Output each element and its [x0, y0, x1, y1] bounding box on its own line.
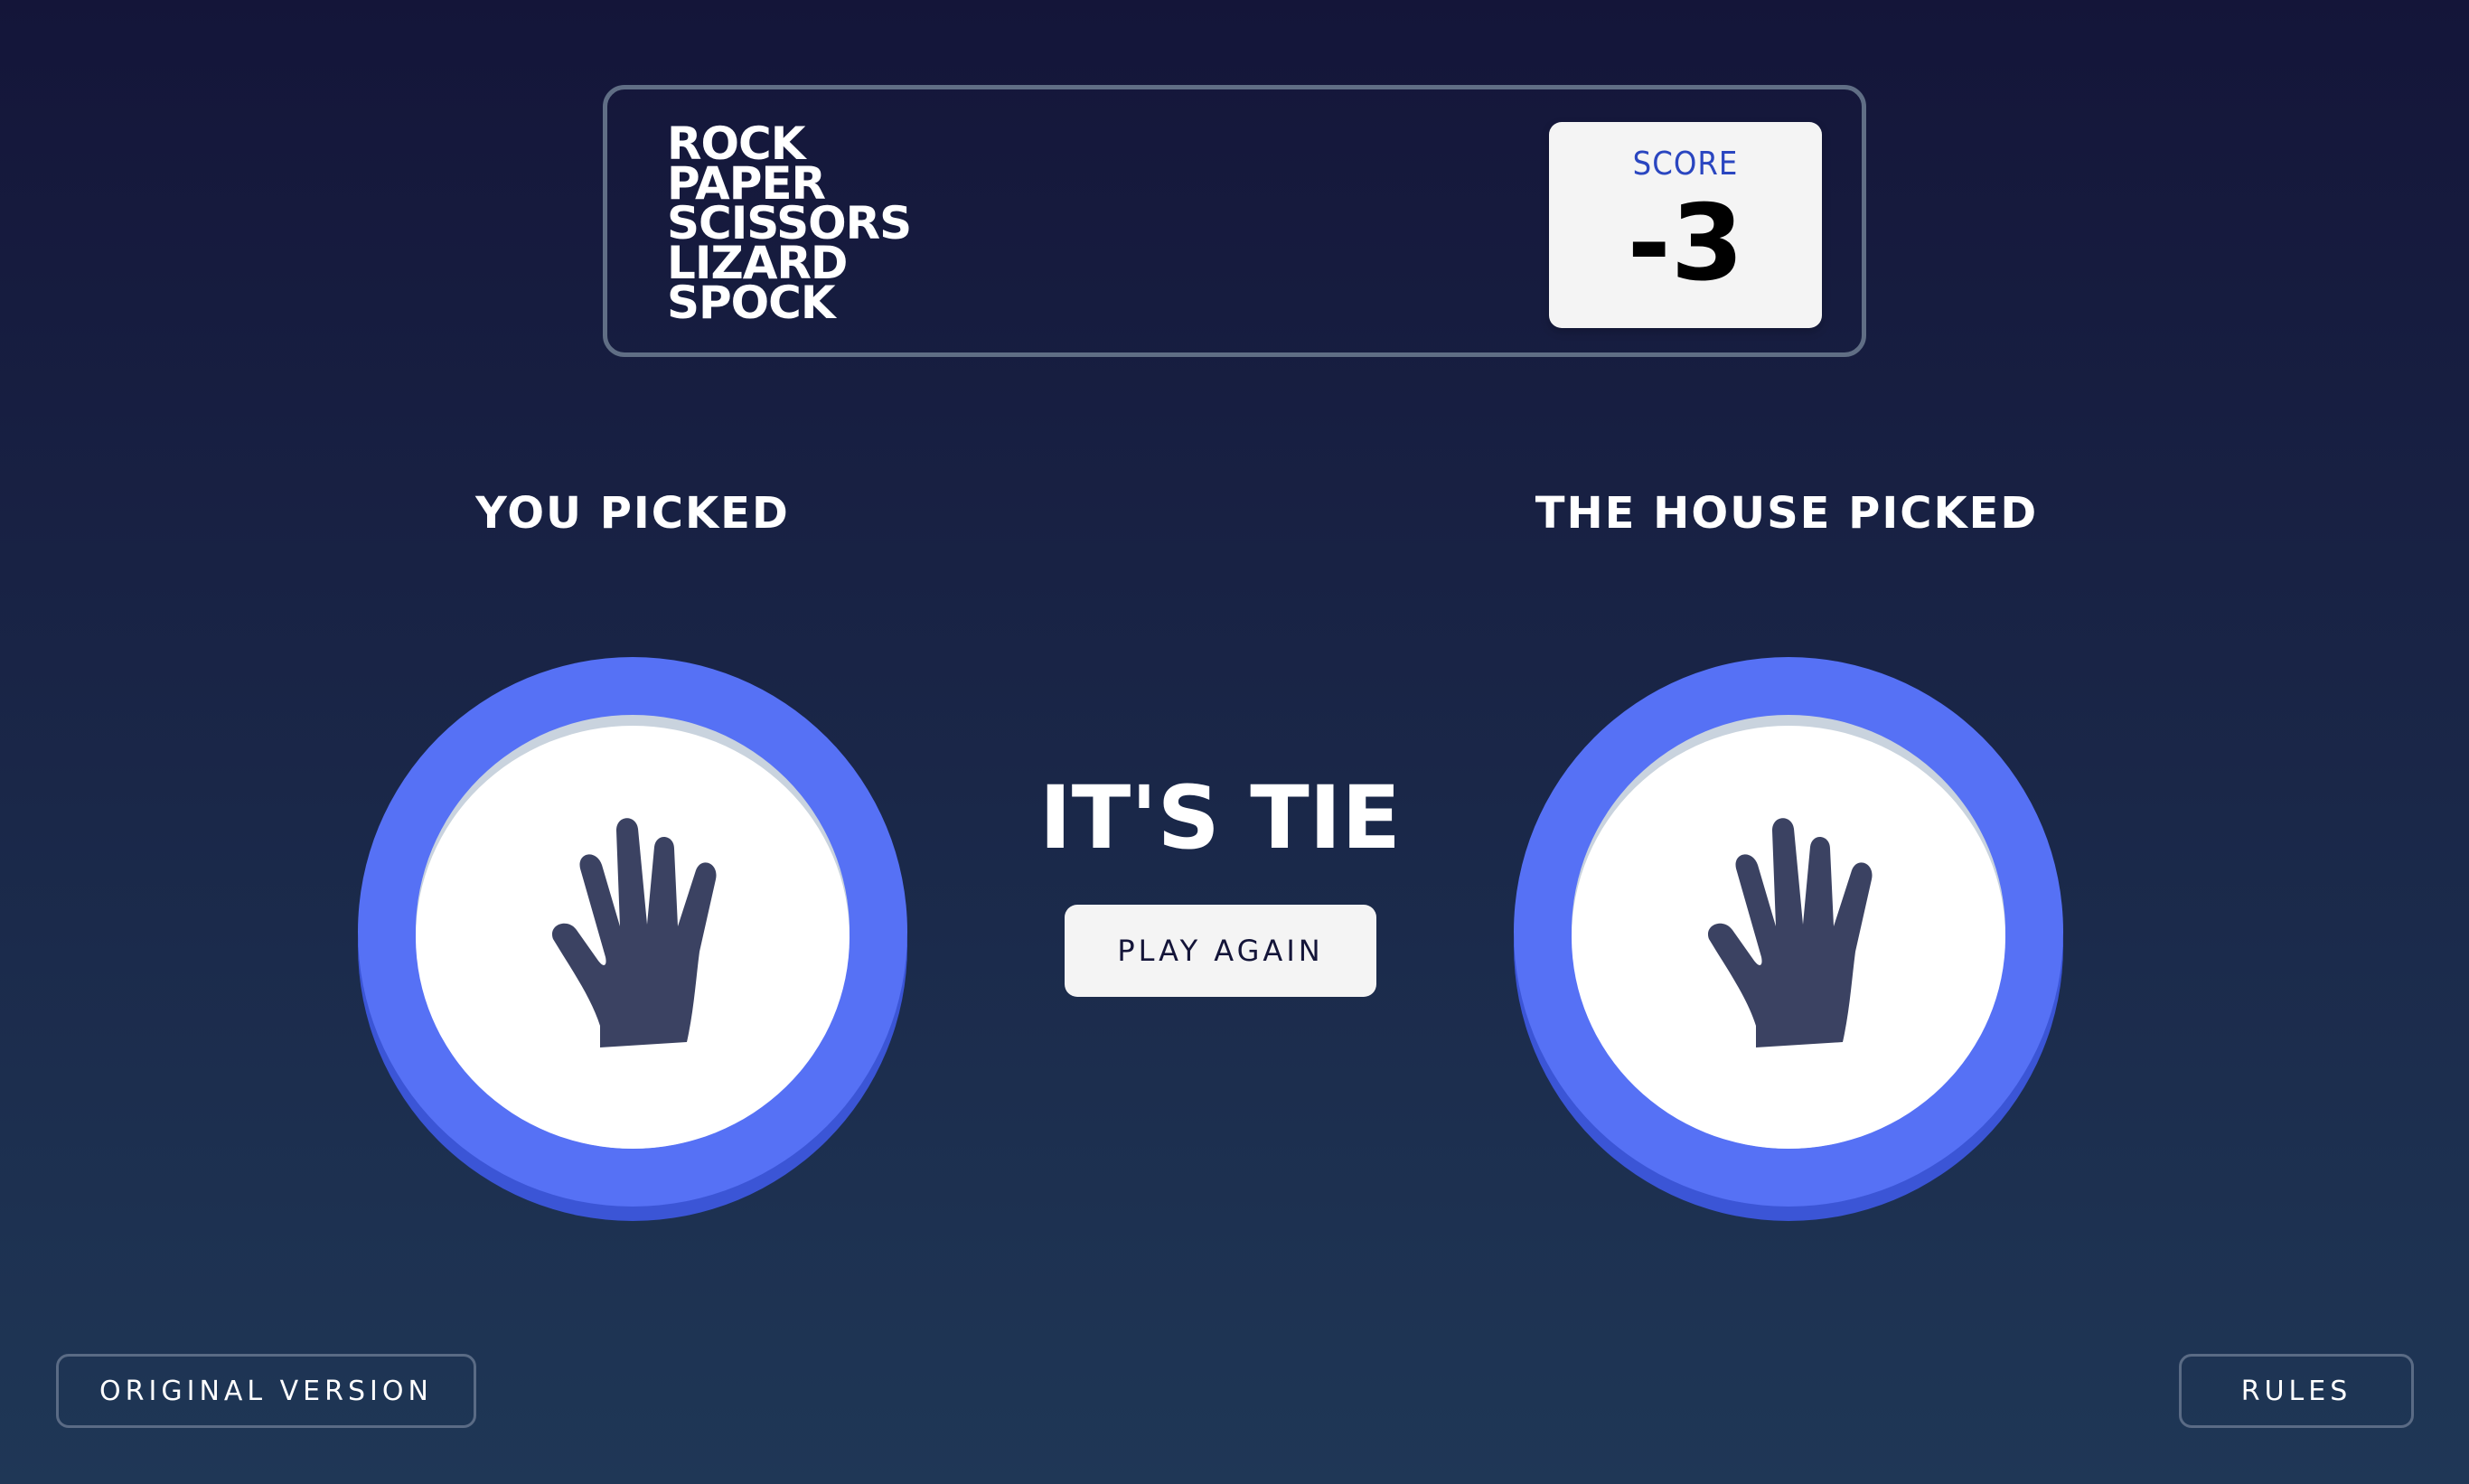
- game-title: ROCK PAPER SCISSORS LIZARD SPOCK: [667, 121, 912, 329]
- hand-paper-icon: [1707, 818, 1873, 1047]
- hand-paper-icon: [551, 818, 717, 1047]
- rules-button[interactable]: RULES: [2179, 1354, 2414, 1428]
- play-again-button[interactable]: PLAY AGAIN: [1065, 905, 1376, 997]
- player-choice-token: [358, 657, 907, 1221]
- header: ROCK PAPER SCISSORS LIZARD SPOCK SCORE -…: [603, 85, 1866, 357]
- you-picked-heading: YOU PICKED: [475, 488, 790, 539]
- score-label: SCORE: [1632, 146, 1739, 183]
- result-text: IT'S TIE: [1039, 767, 1401, 869]
- house-choice-token: [1514, 657, 2063, 1221]
- title-line: SPOCK: [667, 277, 836, 329]
- score-value: -3: [1627, 183, 1744, 305]
- house-picked-heading: THE HOUSE PICKED: [1535, 488, 2039, 539]
- score-box: SCORE -3: [1549, 122, 1822, 328]
- original-version-button[interactable]: ORIGINAL VERSION: [56, 1354, 476, 1428]
